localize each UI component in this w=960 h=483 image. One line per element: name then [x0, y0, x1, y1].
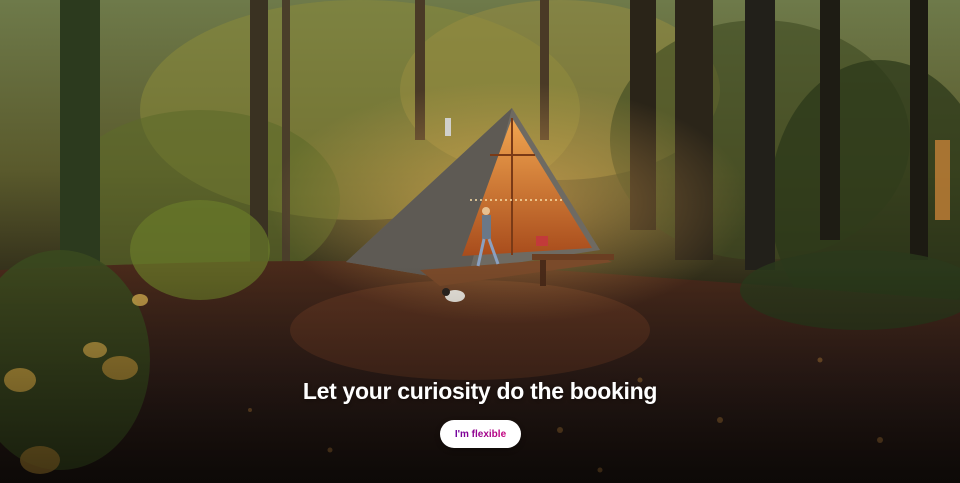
im-flexible-button[interactable]: I'm flexible [440, 420, 521, 448]
hero-headline: Let your curiosity do the booking [302, 378, 658, 404]
hero-banner: Let your curiosity do the booking I'm fl… [0, 0, 960, 483]
im-flexible-label: I'm flexible [454, 428, 507, 440]
hero-photo [0, 0, 960, 483]
